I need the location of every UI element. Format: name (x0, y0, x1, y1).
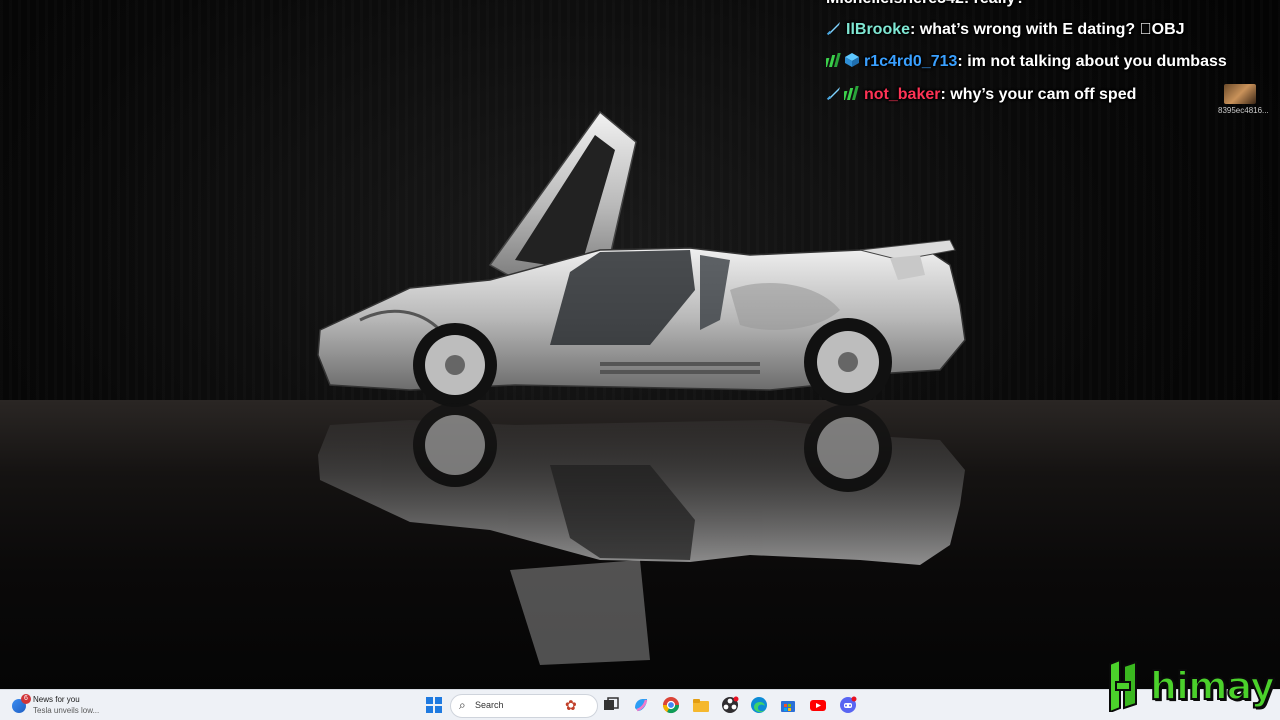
edge-icon[interactable] (750, 696, 768, 714)
sword-badge-icon (826, 22, 840, 36)
car-reflection (318, 403, 965, 565)
chat-message: IlBrooke: what’s wrong with E dating?  O… (826, 20, 1185, 39)
emote-caption: 8395ec4816... (1218, 106, 1269, 115)
chat-text: what’s wrong with E dating?  OBJ (919, 21, 1185, 38)
emote-thumbnail (1224, 84, 1256, 104)
search-label: Search (475, 700, 504, 710)
chat-text: im not talking about you dumbass (967, 53, 1227, 70)
store-icon[interactable] (779, 696, 797, 714)
logo-text: himay (1149, 663, 1276, 709)
green-bars-badge-icon (844, 86, 859, 100)
chat-username[interactable]: r1c4rd0_713 (864, 53, 957, 70)
green-bars-badge-icon (826, 53, 841, 67)
chat-message: r1c4rd0_713: im not talking about you du… (826, 52, 1227, 71)
chat-username[interactable]: not_baker (864, 86, 940, 103)
obs-icon[interactable] (721, 696, 739, 714)
windows-taskbar: 6 News for you Tesla unveils low... ⌕ Se… (0, 689, 1280, 720)
chat-username[interactable]: IlBrooke (846, 21, 910, 38)
task-view-icon[interactable] (602, 696, 620, 714)
news-widget[interactable]: 6 News for you Tesla unveils low... (10, 693, 160, 719)
file-explorer-icon[interactable] (692, 696, 710, 714)
sword-badge-icon (826, 87, 840, 101)
chat-message: not_baker: why’s your cam off sped (826, 85, 1136, 104)
stream-frame: Michelleisrlere542: really? IlBrooke: wh… (0, 0, 1280, 720)
news-subtitle: Tesla unveils low... (33, 706, 100, 715)
cube-badge-icon (845, 53, 859, 67)
youtube-icon[interactable] (809, 696, 827, 714)
chat-separator: : (910, 21, 920, 38)
discord-icon[interactable] (839, 696, 857, 714)
wrecked-sports-car-image (317, 110, 966, 665)
chat-separator: : (957, 53, 968, 70)
chat-text: why’s your cam off sped (950, 86, 1137, 103)
logo-mark-icon (1109, 660, 1137, 712)
news-title: News for you (33, 695, 80, 704)
search-highlight-icon: ✿ (565, 697, 577, 713)
streamer-logo: himay (1104, 658, 1280, 720)
windows-start-icon[interactable] (425, 696, 443, 714)
rear-wheel (804, 318, 892, 406)
copilot-icon[interactable] (632, 696, 650, 714)
search-icon: ⌕ (459, 698, 466, 712)
news-count-badge: 6 (21, 694, 31, 704)
front-wheel (413, 323, 497, 407)
chat-message-partial: Michelleisrlere542: really? (826, 0, 1025, 8)
taskbar-search[interactable]: ⌕ Search ✿ (450, 694, 598, 718)
chrome-icon[interactable] (662, 696, 680, 714)
chat-separator: : (940, 86, 951, 103)
chat-overlay: Michelleisrlere542: really? IlBrooke: wh… (826, 0, 1276, 110)
